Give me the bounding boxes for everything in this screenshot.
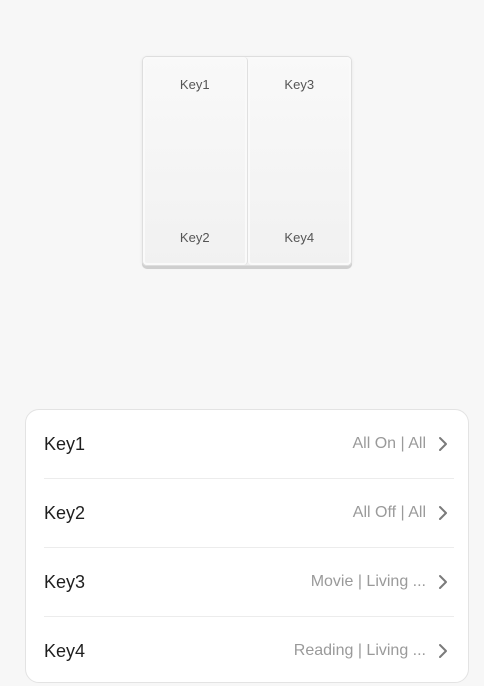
key-row-label: Key3: [44, 571, 86, 592]
panel-key3-label: Key3: [284, 77, 315, 92]
key-row-label: Key1: [44, 433, 86, 454]
key-row-label: Key2: [44, 502, 86, 523]
switch-panel-illustration: Key1 Key2 Key3 Key4: [142, 56, 352, 266]
key-row-key1[interactable]: Key1 All On | All: [44, 410, 454, 479]
chevron-right-icon: [432, 502, 454, 524]
key-row-value: All Off | All: [352, 504, 426, 521]
key-row-label: Key4: [44, 640, 86, 661]
key-row-value: All On | All: [352, 435, 426, 452]
switch-left-rocker: Key1 Key2: [143, 57, 248, 265]
panel-key1-label: Key1: [179, 77, 210, 92]
key-settings-card: Key1 All On | All Key2 All Off | All Key…: [25, 409, 469, 683]
key-row-key3[interactable]: Key3 Movie | Living ...: [44, 548, 454, 617]
key-row-key2[interactable]: Key2 All Off | All: [44, 479, 454, 548]
panel-key4-label: Key4: [284, 230, 315, 245]
key-row-value: Reading | Living ...: [293, 642, 426, 659]
key-row-value: Movie | Living ...: [310, 573, 426, 590]
key-row-key4[interactable]: Key4 Reading | Living ...: [44, 617, 454, 682]
switch-right-rocker: Key3 Key4: [248, 57, 352, 265]
chevron-right-icon: [432, 433, 454, 455]
chevron-right-icon: [432, 571, 454, 593]
panel-key2-label: Key2: [179, 230, 210, 245]
chevron-right-icon: [432, 640, 454, 662]
